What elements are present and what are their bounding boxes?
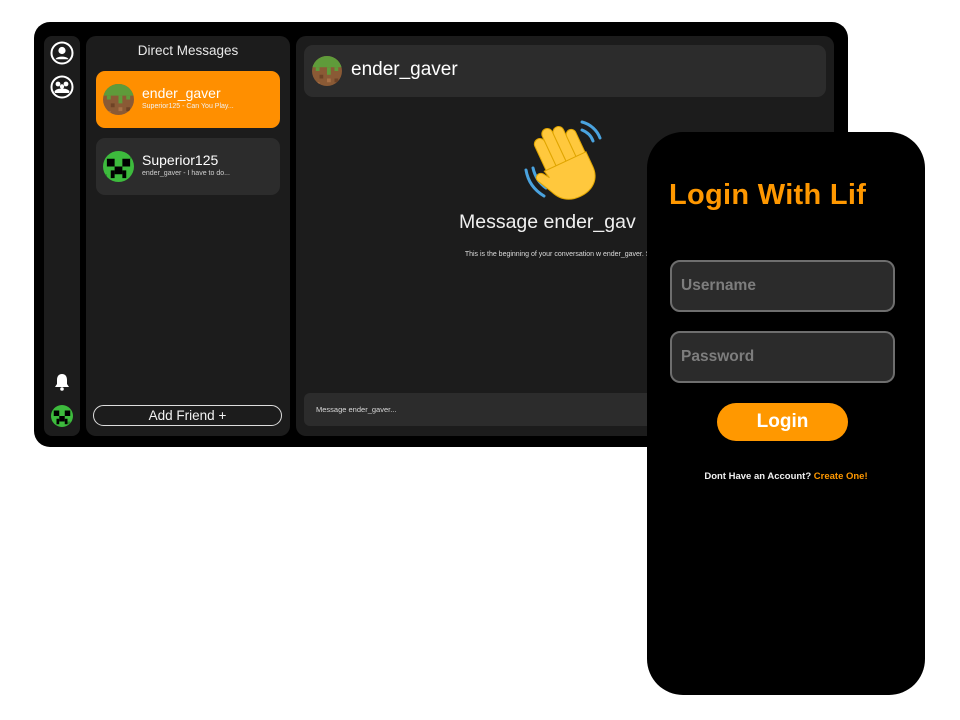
signup-prompt: Dont Have an Account? Create One! xyxy=(647,471,925,482)
conversation-item-superior125[interactable]: Superior125 ender_gaver - I have to do..… xyxy=(96,138,280,195)
user-avatar-button[interactable] xyxy=(50,404,74,428)
mobile-login-screen: Login With Lif Username Password Login D… xyxy=(647,132,925,695)
waving-hand-icon xyxy=(520,116,610,206)
add-friend-button[interactable]: Add Friend + xyxy=(93,405,282,426)
login-title: Login With Lif xyxy=(669,179,867,211)
username-placeholder: Username xyxy=(681,277,756,294)
conversation-name: ender_gaver xyxy=(142,85,221,101)
message-input-placeholder: Message ender_gaver... xyxy=(316,405,397,414)
create-account-link[interactable]: Create One! xyxy=(814,471,868,482)
no-account-text: Dont Have an Account? xyxy=(704,471,812,482)
conversation-preview: Superior125 - Can You Play... xyxy=(142,103,234,110)
password-field[interactable]: Password xyxy=(670,331,895,383)
username-field[interactable]: Username xyxy=(670,260,895,312)
creeper-avatar xyxy=(103,151,134,182)
profile-button[interactable] xyxy=(50,41,74,65)
password-placeholder: Password xyxy=(681,348,755,365)
conversation-item-ender-gaver[interactable]: ender_gaver Superior125 - Can You Play..… xyxy=(96,71,280,128)
chat-header: ender_gaver xyxy=(304,45,826,97)
profile-icon xyxy=(50,41,74,65)
creeper-avatar-icon xyxy=(51,405,73,427)
direct-messages-panel: Direct Messages ender_gaver Superior125 … xyxy=(86,36,290,436)
welcome-text: This is the beginning of your conversati… xyxy=(464,251,668,258)
chat-header-name: ender_gaver xyxy=(351,59,458,80)
login-button[interactable]: Login xyxy=(717,403,848,441)
friends-button[interactable] xyxy=(50,75,74,99)
notifications-button[interactable] xyxy=(50,370,74,394)
sidebar-rail xyxy=(44,36,80,436)
grass-block-avatar xyxy=(312,56,342,86)
welcome-heading: Message ender_gav xyxy=(459,211,636,233)
bell-icon xyxy=(55,374,69,391)
conversation-name: Superior125 xyxy=(142,152,219,168)
grass-block-avatar xyxy=(103,84,134,115)
conversation-preview: ender_gaver - I have to do... xyxy=(142,170,230,177)
direct-messages-title: Direct Messages xyxy=(137,43,239,58)
group-icon xyxy=(50,75,74,99)
